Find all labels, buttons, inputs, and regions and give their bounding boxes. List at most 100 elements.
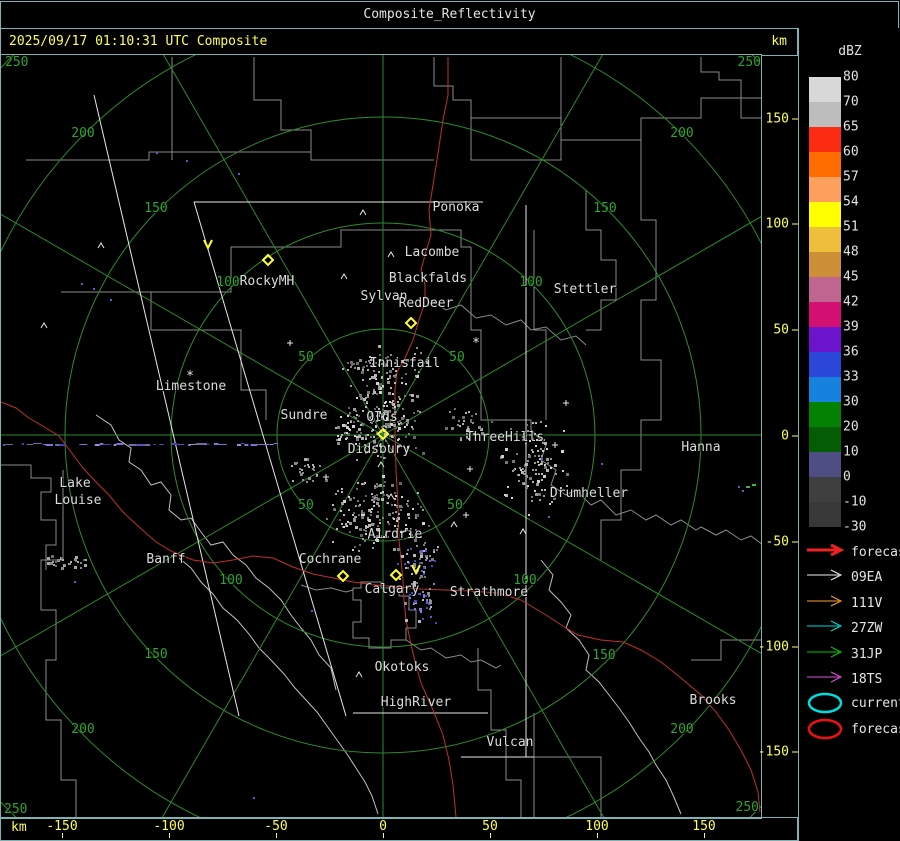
- echo-pixel: [539, 499, 541, 501]
- echo-pixel: [357, 482, 359, 484]
- echo-pixel: [370, 436, 372, 438]
- echo-pixel: [299, 471, 301, 473]
- echo-pixel: [540, 421, 542, 423]
- echo-pixel: [423, 544, 425, 546]
- echo-pixel: [376, 494, 378, 496]
- artifact-segment: [99, 443, 104, 445]
- echo-pixel: [365, 406, 367, 408]
- legend-arrow-icon: [807, 569, 843, 581]
- echo-pixel: [353, 497, 355, 499]
- echo-pixel: [544, 466, 547, 469]
- echo-pixel: [420, 352, 422, 354]
- echo-pixel: [445, 427, 448, 430]
- echo-pixel: [411, 573, 413, 575]
- artifact-segment: [206, 444, 210, 445]
- echo-pixel: [397, 404, 400, 407]
- echo-pixel: [360, 424, 362, 426]
- echo-pixel: [418, 371, 420, 373]
- echo-pixel: [356, 414, 358, 416]
- echo-pixel: [416, 514, 419, 517]
- caret-marker-icon: [40, 322, 48, 329]
- ring-distance-label: 50: [447, 498, 463, 513]
- echo-pixel: [531, 449, 533, 451]
- echo-pixel: [413, 412, 415, 414]
- echo-pixel: [387, 378, 389, 380]
- caret-marker-icon: [359, 209, 367, 216]
- echo-pixel: [523, 483, 525, 485]
- echo-pixel: [389, 377, 391, 379]
- legend-label: 27ZW: [851, 621, 883, 636]
- bottom-axis-tick: [276, 833, 277, 838]
- echo-pixel: [378, 387, 380, 389]
- echo-pixel: [544, 464, 546, 466]
- echo-pixel: [357, 367, 360, 370]
- echo-pixel: [308, 477, 311, 480]
- echo-pixel: [387, 502, 389, 504]
- echo-pixel: [353, 421, 355, 423]
- echo-pixel: [411, 394, 414, 397]
- star-marker-icon: *: [472, 336, 480, 351]
- artifact-segment: [128, 444, 137, 446]
- echo-pixel: [373, 436, 375, 438]
- blue-echo-dot: [110, 299, 112, 301]
- legend-ellipse-icon: [807, 692, 843, 714]
- echo-pixel: [463, 420, 465, 422]
- echo-pixel: [421, 570, 423, 572]
- echo-pixel: [430, 606, 432, 608]
- echo-pixel: [415, 447, 417, 449]
- bottom-axis-tick: [490, 833, 491, 838]
- echo-pixel: [375, 426, 377, 428]
- vee-marker-icon: [203, 239, 213, 251]
- echo-pixel: [419, 411, 421, 413]
- echo-pixel: [361, 437, 364, 440]
- echo-pixel: [347, 521, 349, 523]
- echo-pixel: [422, 599, 424, 601]
- echo-pixel: [377, 498, 380, 501]
- echo-pixel: [396, 520, 398, 522]
- echo-pixel: [416, 545, 418, 547]
- echo-pixel: [472, 422, 474, 424]
- echo-pixel: [362, 410, 364, 412]
- city-label: Vulcan: [487, 735, 534, 750]
- bottom-axis-tick: [62, 833, 63, 838]
- echo-pixel: [462, 416, 465, 419]
- echo-pixel: [436, 549, 438, 551]
- radar-map[interactable]: 50 100 150 200 50 100 150 200 50 100 150 200 50 100 15…: [0, 54, 762, 819]
- echo-pixel: [377, 485, 379, 487]
- echo-pixel: [534, 490, 536, 492]
- green-echo-dash: [752, 484, 756, 486]
- bottom-axis-tick-label: 50: [482, 819, 498, 834]
- colorbar-panel: dBZ forecast 09EA 111V 27ZW 31JP 18TS current f…: [798, 28, 900, 841]
- echo-pixel: [379, 522, 381, 524]
- colorbar-boundary-label: 36: [843, 344, 859, 360]
- artifact-segment: [55, 444, 60, 446]
- echo-pixel: [526, 424, 528, 426]
- echo-pixel: [405, 436, 407, 438]
- echo-pixel: [356, 459, 358, 461]
- echo-pixel: [401, 382, 403, 384]
- echo-pixel: [365, 495, 367, 497]
- echo-pixel: [511, 497, 513, 499]
- echo-pixel: [429, 555, 431, 557]
- echo-pixel: [426, 602, 428, 604]
- echo-pixel: [413, 563, 416, 566]
- radar-window: Composite_Reflectivity 2025/09/17 01:10:…: [0, 0, 900, 841]
- echo-pixel: [426, 599, 428, 601]
- echo-pixel: [378, 345, 381, 348]
- echo-pixel: [451, 427, 454, 430]
- echo-pixel: [534, 462, 536, 464]
- right-axis-tick-label: 50: [773, 322, 789, 338]
- echo-pixel: [431, 565, 433, 567]
- blue-echo-dot: [74, 581, 76, 583]
- echo-pixel: [363, 500, 365, 502]
- legend-row: forecast: [805, 542, 900, 564]
- legend-ellipse-icon: [807, 718, 843, 740]
- city-label: Blackfalds: [389, 271, 467, 286]
- echo-pixel: [538, 455, 540, 457]
- map-canvas[interactable]: 5010015020050100150200501001502005010015…: [1, 55, 761, 818]
- echo-pixel: [357, 500, 359, 502]
- echo-pixel: [419, 577, 421, 579]
- echo-pixel: [367, 434, 369, 436]
- caret-marker-icon: [519, 528, 527, 535]
- echo-pixel: [374, 495, 376, 497]
